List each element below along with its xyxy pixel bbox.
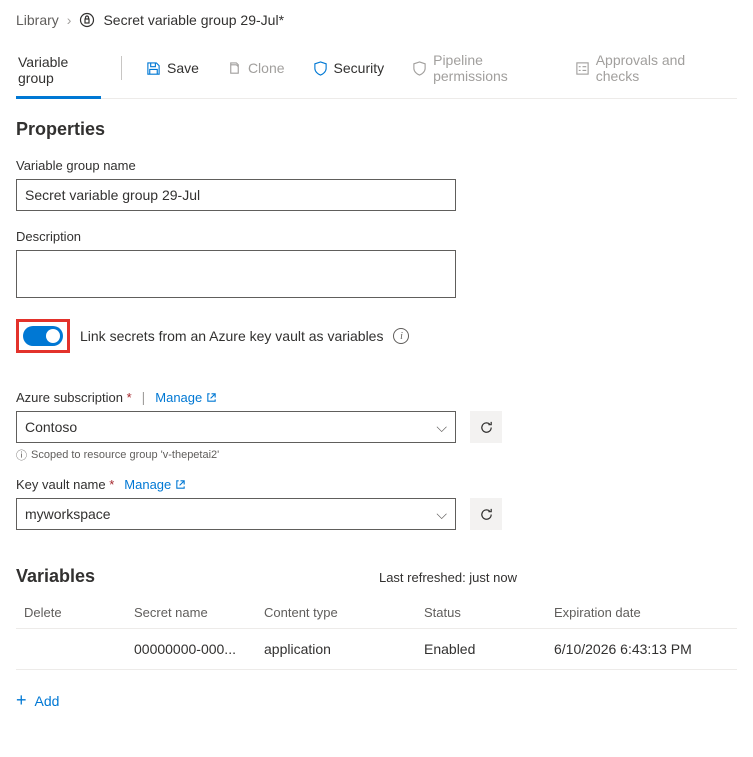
- refresh-keyvault-button[interactable]: [470, 498, 502, 530]
- breadcrumb-library[interactable]: Library: [16, 12, 59, 28]
- description-label: Description: [16, 229, 737, 244]
- security-button[interactable]: Security: [305, 54, 393, 90]
- col-status: Status: [416, 597, 546, 629]
- subscription-label-row: Azure subscription | Manage: [16, 389, 737, 405]
- save-button[interactable]: Save: [138, 54, 207, 90]
- col-content-type: Content type: [256, 597, 416, 629]
- cell-secret-name: 00000000-000...: [126, 629, 256, 670]
- keyvault-label-row: Key vault name Manage: [16, 477, 737, 492]
- variables-header: Variables Last refreshed: just now: [16, 566, 737, 587]
- clone-button[interactable]: Clone: [219, 54, 293, 90]
- link-secrets-label: Link secrets from an Azure key vault as …: [80, 328, 383, 344]
- link-secrets-toggle[interactable]: [23, 326, 63, 346]
- add-button[interactable]: + Add: [16, 690, 59, 711]
- page-title: Secret variable group 29-Jul*: [103, 12, 284, 28]
- security-label: Security: [334, 60, 385, 76]
- pipeline-permissions-button[interactable]: Pipeline permissions: [404, 46, 555, 98]
- save-label: Save: [167, 60, 199, 76]
- keyvault-value: myworkspace: [25, 506, 111, 522]
- link-secrets-row: Link secrets from an Azure key vault as …: [16, 319, 737, 353]
- cell-expiration: 6/10/2026 6:43:13 PM: [546, 629, 737, 670]
- scope-note: ⓘ Scoped to resource group 'v-thepetai2': [16, 447, 737, 463]
- keyvault-select[interactable]: myworkspace ⌵: [16, 498, 456, 530]
- name-input[interactable]: [16, 179, 456, 211]
- cell-content-type: application: [256, 629, 416, 670]
- subscription-select[interactable]: Contoso ⌵: [16, 411, 456, 443]
- save-icon: [146, 61, 161, 76]
- properties-heading: Properties: [16, 119, 737, 140]
- chevron-down-icon: ⌵: [436, 419, 447, 436]
- lock-icon: [79, 12, 95, 28]
- variables-table: Delete Secret name Content type Status E…: [16, 597, 737, 670]
- description-input[interactable]: [16, 250, 456, 298]
- shield-outline-icon: [412, 61, 427, 76]
- scope-note-text: Scoped to resource group 'v-thepetai2': [31, 449, 219, 461]
- checklist-icon: [575, 61, 590, 76]
- refresh-icon: [479, 507, 494, 522]
- add-label: Add: [35, 693, 60, 709]
- shield-icon: [313, 61, 328, 76]
- col-secret-name: Secret name: [126, 597, 256, 629]
- toggle-highlight: [16, 319, 70, 353]
- manage-label-2: Manage: [124, 477, 171, 492]
- chevron-right-icon: ›: [67, 12, 72, 28]
- keyvault-select-row: myworkspace ⌵: [16, 498, 737, 530]
- chevron-down-icon: ⌵: [436, 506, 447, 523]
- tabs-toolbar: Variable group Save Clone Security Pipel…: [16, 46, 737, 99]
- description-field: Description: [16, 229, 737, 301]
- approvals-button[interactable]: Approvals and checks: [567, 46, 725, 98]
- tab-divider: [121, 56, 122, 80]
- variables-heading: Variables: [16, 566, 95, 587]
- refresh-subscription-button[interactable]: [470, 411, 502, 443]
- table-header-row: Delete Secret name Content type Status E…: [16, 597, 737, 629]
- info-icon[interactable]: i: [393, 328, 409, 344]
- keyvault-label: Key vault name: [16, 477, 114, 492]
- cell-status: Enabled: [416, 629, 546, 670]
- clone-label: Clone: [248, 60, 285, 76]
- plus-icon: +: [16, 690, 27, 711]
- col-delete: Delete: [16, 597, 126, 629]
- col-expiration: Expiration date: [546, 597, 737, 629]
- breadcrumb: Library › Secret variable group 29-Jul*: [16, 12, 737, 28]
- variable-group-name-field: Variable group name: [16, 158, 737, 211]
- manage-subscription-link[interactable]: Manage: [155, 390, 217, 405]
- manage-keyvault-link[interactable]: Manage: [124, 477, 186, 492]
- name-label: Variable group name: [16, 158, 737, 173]
- approvals-label: Approvals and checks: [596, 52, 717, 84]
- cell-delete: [16, 629, 126, 670]
- pipe-divider: |: [142, 389, 146, 405]
- subscription-select-row: Contoso ⌵: [16, 411, 737, 443]
- external-link-icon: [175, 479, 186, 490]
- last-refreshed: Last refreshed: just now: [379, 570, 517, 585]
- clone-icon: [227, 61, 242, 76]
- table-row[interactable]: 00000000-000... application Enabled 6/10…: [16, 629, 737, 670]
- subscription-label: Azure subscription: [16, 390, 132, 405]
- info-small-icon: ⓘ: [16, 447, 27, 463]
- pipeline-permissions-label: Pipeline permissions: [433, 52, 547, 84]
- subscription-value: Contoso: [25, 419, 77, 435]
- tab-variable-group[interactable]: Variable group: [16, 46, 101, 99]
- external-link-icon: [206, 392, 217, 403]
- refresh-icon: [479, 420, 494, 435]
- manage-label: Manage: [155, 390, 202, 405]
